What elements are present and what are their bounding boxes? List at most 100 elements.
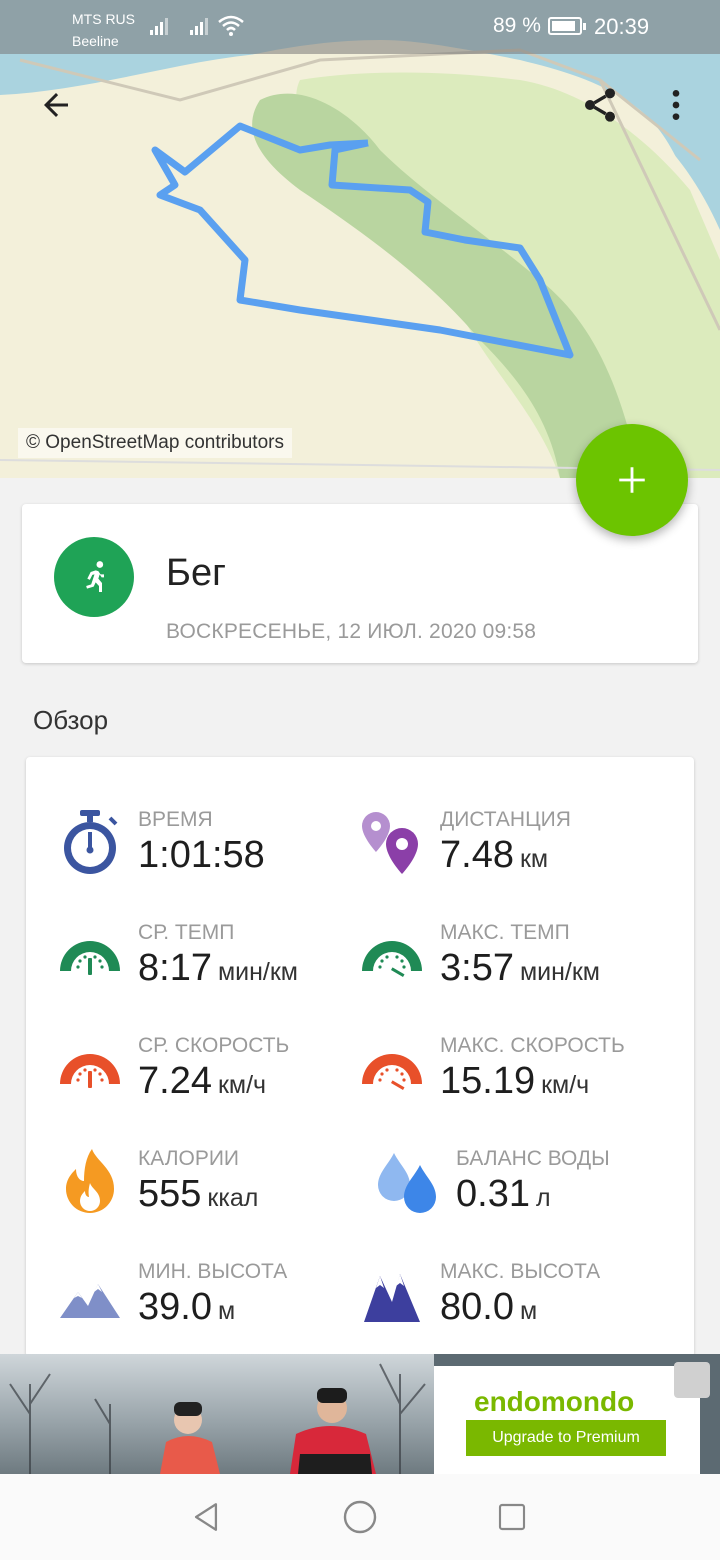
stat-unit: км [519, 845, 549, 873]
stat-max-pace: МАКС. ТЕМП 3:57 мин/км [360, 921, 680, 1011]
share-icon [585, 88, 615, 122]
ad-photo [0, 1354, 434, 1474]
wifi-icon [218, 15, 244, 36]
stat-unit: мин/км [217, 958, 298, 986]
clock: 20:39 [594, 14, 650, 39]
runners-image [9, 1363, 426, 1474]
stat-label: МАКС. ВЫСОТА [440, 1260, 601, 1283]
more-options-button[interactable] [648, 77, 704, 133]
more-vert-icon [672, 90, 680, 120]
carrier-info: MTS RUS Beeline [72, 8, 135, 52]
stat-value-wrap: 555 ккал [138, 1173, 258, 1216]
add-button[interactable] [576, 424, 688, 536]
nav-home-icon [343, 1500, 377, 1534]
ad-brand-logo: endomondo [474, 1386, 635, 1417]
stat-label: ДИСТАНЦИЯ [440, 808, 571, 831]
section-title: Обзор [33, 705, 109, 735]
stat-water: БАЛАНС ВОДЫ 0.31 л [376, 1147, 696, 1237]
stat-unit: км/ч [217, 1071, 267, 1099]
stat-value-wrap: 8:17 мин/км [138, 947, 298, 990]
battery-percent: 89 % [493, 14, 541, 37]
pace-gauge-icon [60, 941, 120, 989]
share-button[interactable] [572, 77, 628, 133]
running-icon [86, 561, 104, 592]
mountains-icon [364, 1274, 420, 1322]
map-pins-icon [362, 812, 418, 874]
stat-label: КАЛОРИИ [138, 1147, 240, 1170]
stat-label: МАКС. СКОРОСТЬ [440, 1034, 625, 1057]
stat-label: ВРЕМЯ [138, 808, 213, 831]
upgrade-premium-button[interactable]: Upgrade to Premium [466, 1420, 666, 1456]
stat-value-wrap: 15.19 км/ч [440, 1060, 589, 1103]
arrow-left-icon [44, 93, 68, 117]
stat-value: 80.0 [440, 1286, 514, 1328]
route-map[interactable]: © OpenStreetMap contributors [0, 0, 720, 478]
ad-cta-panel[interactable]: endomondo Upgrade to Premium [434, 1366, 700, 1474]
stat-value: 7.48 [440, 834, 514, 876]
stat-distance: ДИСТАНЦИЯ 7.48 км [360, 808, 680, 898]
stat-time: ВРЕМЯ 1:01:58 [58, 808, 378, 898]
speed-gauge-icon [60, 1054, 120, 1102]
stat-label: СР. ТЕМП [138, 921, 235, 944]
nav-back-button[interactable] [176, 1492, 236, 1542]
stat-label: МИН. ВЫСОТА [138, 1260, 288, 1283]
stat-value: 39.0 [138, 1286, 212, 1328]
stat-value: 15.19 [440, 1060, 536, 1102]
stat-label: СР. СКОРОСТЬ [138, 1034, 290, 1057]
stat-value: 8:17 [138, 947, 212, 989]
stat-value: 555 [138, 1173, 202, 1215]
stat-value: 7.24 [138, 1060, 212, 1102]
stat-value-wrap: 39.0 м [138, 1286, 235, 1329]
stat-value: 1:01:58 [138, 834, 265, 876]
signal-2-icon [190, 18, 208, 35]
sport-name: Бег [166, 552, 226, 594]
water-drops-icon [378, 1153, 436, 1213]
back-button[interactable] [28, 77, 84, 133]
system-nav-bar [0, 1474, 720, 1560]
nav-back-icon [194, 1503, 218, 1531]
stat-max-altitude: МАКС. ВЫСОТА 80.0 м [360, 1260, 680, 1350]
nav-home-button[interactable] [330, 1492, 390, 1542]
stat-value-wrap: 7.48 км [440, 834, 548, 877]
speed-gauge-icon [362, 1054, 422, 1102]
battery-fill [552, 21, 575, 31]
carrier-2: Beeline [72, 33, 119, 49]
stat-value-wrap: 0.31 л [456, 1173, 551, 1216]
stat-unit: км/ч [541, 1071, 590, 1099]
stat-unit: л [535, 1184, 551, 1212]
map-canvas [0, 0, 720, 478]
workout-date: ВОСКРЕСЕНЬЕ, 12 ИЮЛ. 2020 09:58 [166, 620, 537, 643]
stat-unit: м [217, 1297, 236, 1325]
stat-unit: мин/км [519, 958, 600, 986]
sport-badge [54, 537, 134, 617]
stat-label: БАЛАНС ВОДЫ [456, 1147, 610, 1170]
signal-1-icon [150, 18, 168, 35]
stat-avg-pace: СР. ТЕМП 8:17 мин/км [58, 921, 378, 1011]
pace-gauge-icon [362, 941, 422, 989]
status-bar: MTS RUS Beeline 89 % 20:39 [0, 0, 720, 54]
stat-avg-speed: СР. СКОРОСТЬ 7.24 км/ч [58, 1034, 378, 1124]
stat-unit: ккал [207, 1184, 259, 1212]
nav-recents-icon [498, 1503, 526, 1531]
stat-value: 3:57 [440, 947, 514, 989]
stat-calories: КАЛОРИИ 555 ккал [58, 1147, 378, 1237]
stat-value-wrap: 1:01:58 [138, 834, 271, 877]
stat-label: МАКС. ТЕМП [440, 921, 570, 944]
stat-max-speed: МАКС. СКОРОСТЬ 15.19 км/ч [360, 1034, 680, 1124]
premium-ad-banner[interactable]: endomondo Upgrade to Premium [0, 1354, 720, 1474]
plus-icon [619, 467, 645, 493]
stat-min-altitude: МИН. ВЫСОТА 39.0 м [58, 1260, 378, 1350]
battery-icon [548, 17, 586, 35]
stat-value-wrap: 3:57 мин/км [440, 947, 600, 990]
mountains-icon [60, 1284, 120, 1318]
nav-recents-button[interactable] [482, 1492, 542, 1542]
stat-unit: м [519, 1297, 538, 1325]
carrier-1: MTS RUS [72, 11, 135, 27]
map-attribution[interactable]: © OpenStreetMap contributors [18, 428, 292, 458]
flame-icon [66, 1149, 114, 1213]
ad-choices-icon[interactable] [674, 1362, 710, 1398]
stat-value-wrap: 80.0 м [440, 1286, 537, 1329]
stopwatch-icon [64, 810, 118, 874]
stat-value: 0.31 [456, 1173, 530, 1215]
stat-value-wrap: 7.24 км/ч [138, 1060, 266, 1103]
